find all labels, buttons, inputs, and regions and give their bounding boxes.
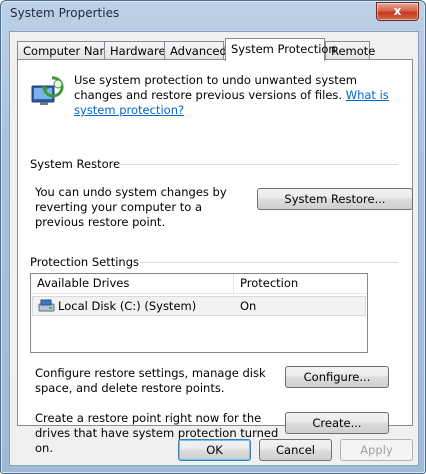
- system-protection-panel: Use system protection to undo unwanted s…: [17, 59, 413, 455]
- column-header-available-drives[interactable]: Available Drives: [31, 274, 233, 294]
- system-properties-window: System Properties x Computer Name Hardwa…: [0, 0, 426, 474]
- tab-hardware[interactable]: Hardware: [104, 41, 166, 60]
- list-header: Available Drives Protection: [31, 274, 367, 294]
- tab-advanced[interactable]: Advanced: [164, 41, 227, 60]
- drive-name-cell: Local Disk (C:) (System): [58, 299, 197, 313]
- configure-button[interactable]: Configure...: [285, 366, 389, 388]
- close-button[interactable]: x: [376, 2, 419, 21]
- system-restore-group-title: System Restore: [30, 157, 121, 171]
- system-restore-button[interactable]: System Restore...: [257, 188, 413, 210]
- cancel-button[interactable]: Cancel: [259, 439, 332, 461]
- configure-description: Configure restore settings, manage disk …: [35, 366, 266, 395]
- available-drives-list[interactable]: Available Drives Protection Local Disk (…: [30, 273, 368, 353]
- tab-computer-name[interactable]: Computer Name: [17, 41, 118, 60]
- system-restore-divider: [118, 164, 398, 165]
- intro-text: Use system protection to undo unwanted s…: [74, 73, 357, 102]
- tab-strip: Computer Name Hardware Advanced System P…: [17, 38, 413, 61]
- ok-button[interactable]: OK: [178, 439, 251, 461]
- create-button[interactable]: Create...: [285, 412, 389, 434]
- protection-status-cell: On: [240, 299, 257, 313]
- system-restore-description: You can undo system changes by reverting…: [35, 185, 227, 229]
- local-disk-icon: [38, 299, 55, 312]
- window-title: System Properties: [10, 6, 120, 20]
- protection-settings-divider: [140, 262, 398, 263]
- column-header-protection[interactable]: Protection: [233, 274, 367, 294]
- close-icon: x: [393, 4, 402, 18]
- intro-text-block: Use system protection to undo unwanted s…: [74, 73, 404, 118]
- title-bar[interactable]: System Properties x: [1, 1, 425, 27]
- table-row[interactable]: Local Disk (C:) (System) On: [32, 296, 366, 316]
- apply-button[interactable]: Apply: [340, 439, 413, 461]
- tab-system-protection[interactable]: System Protection: [225, 38, 336, 61]
- system-protection-icon: [31, 76, 64, 105]
- dialog-client-area: Computer Name Hardware Advanced System P…: [9, 31, 419, 466]
- protection-settings-group-title: Protection Settings: [30, 255, 140, 269]
